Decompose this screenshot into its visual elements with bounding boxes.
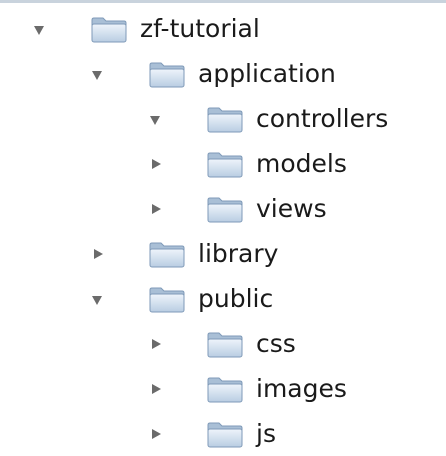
tree-item-label: controllers [256,104,389,133]
file-tree: zf-tutorial application controllers mode… [0,6,446,456]
tree-item-label: css [256,329,296,358]
folder-icon[interactable] [206,329,244,359]
disclosure-triangle-expanded-icon[interactable] [34,26,44,35]
folder-icon[interactable] [206,419,244,449]
tree-item-label: library [198,239,279,268]
tree-item-views[interactable]: views [0,186,446,231]
tree-item-label: models [256,149,347,178]
tree-item-models[interactable]: models [0,141,446,186]
tree-item-public[interactable]: public [0,276,446,321]
tree-item-css[interactable]: css [0,321,446,366]
folder-icon[interactable] [206,194,244,224]
disclosure-triangle-expanded-icon[interactable] [92,296,102,305]
folder-icon[interactable] [206,149,244,179]
disclosure-triangle-expanded-icon[interactable] [150,116,160,125]
tree-item-images[interactable]: images [0,366,446,411]
disclosure-triangle-collapsed-icon[interactable] [152,204,161,214]
tree-item-zf-tutorial[interactable]: zf-tutorial [0,6,446,51]
tree-item-library[interactable]: library [0,231,446,276]
disclosure-triangle-collapsed-icon[interactable] [94,249,103,259]
tree-item-label: zf-tutorial [140,14,260,43]
folder-icon[interactable] [148,284,186,314]
folder-icon[interactable] [90,14,128,44]
tree-item-js[interactable]: js [0,411,446,456]
top-divider [0,0,446,3]
tree-item-label: images [256,374,347,403]
tree-item-label: public [198,284,274,313]
tree-item-label: application [198,59,336,88]
folder-icon[interactable] [206,104,244,134]
disclosure-triangle-collapsed-icon[interactable] [152,339,161,349]
tree-item-label: views [256,194,327,223]
tree-item-controllers[interactable]: controllers [0,96,446,141]
folder-icon[interactable] [206,374,244,404]
tree-item-label: js [256,419,276,448]
folder-icon[interactable] [148,239,186,269]
tree-item-application[interactable]: application [0,51,446,96]
disclosure-triangle-collapsed-icon[interactable] [152,159,161,169]
folder-icon[interactable] [148,59,186,89]
disclosure-triangle-collapsed-icon[interactable] [152,429,161,439]
disclosure-triangle-collapsed-icon[interactable] [152,384,161,394]
disclosure-triangle-expanded-icon[interactable] [92,71,102,80]
